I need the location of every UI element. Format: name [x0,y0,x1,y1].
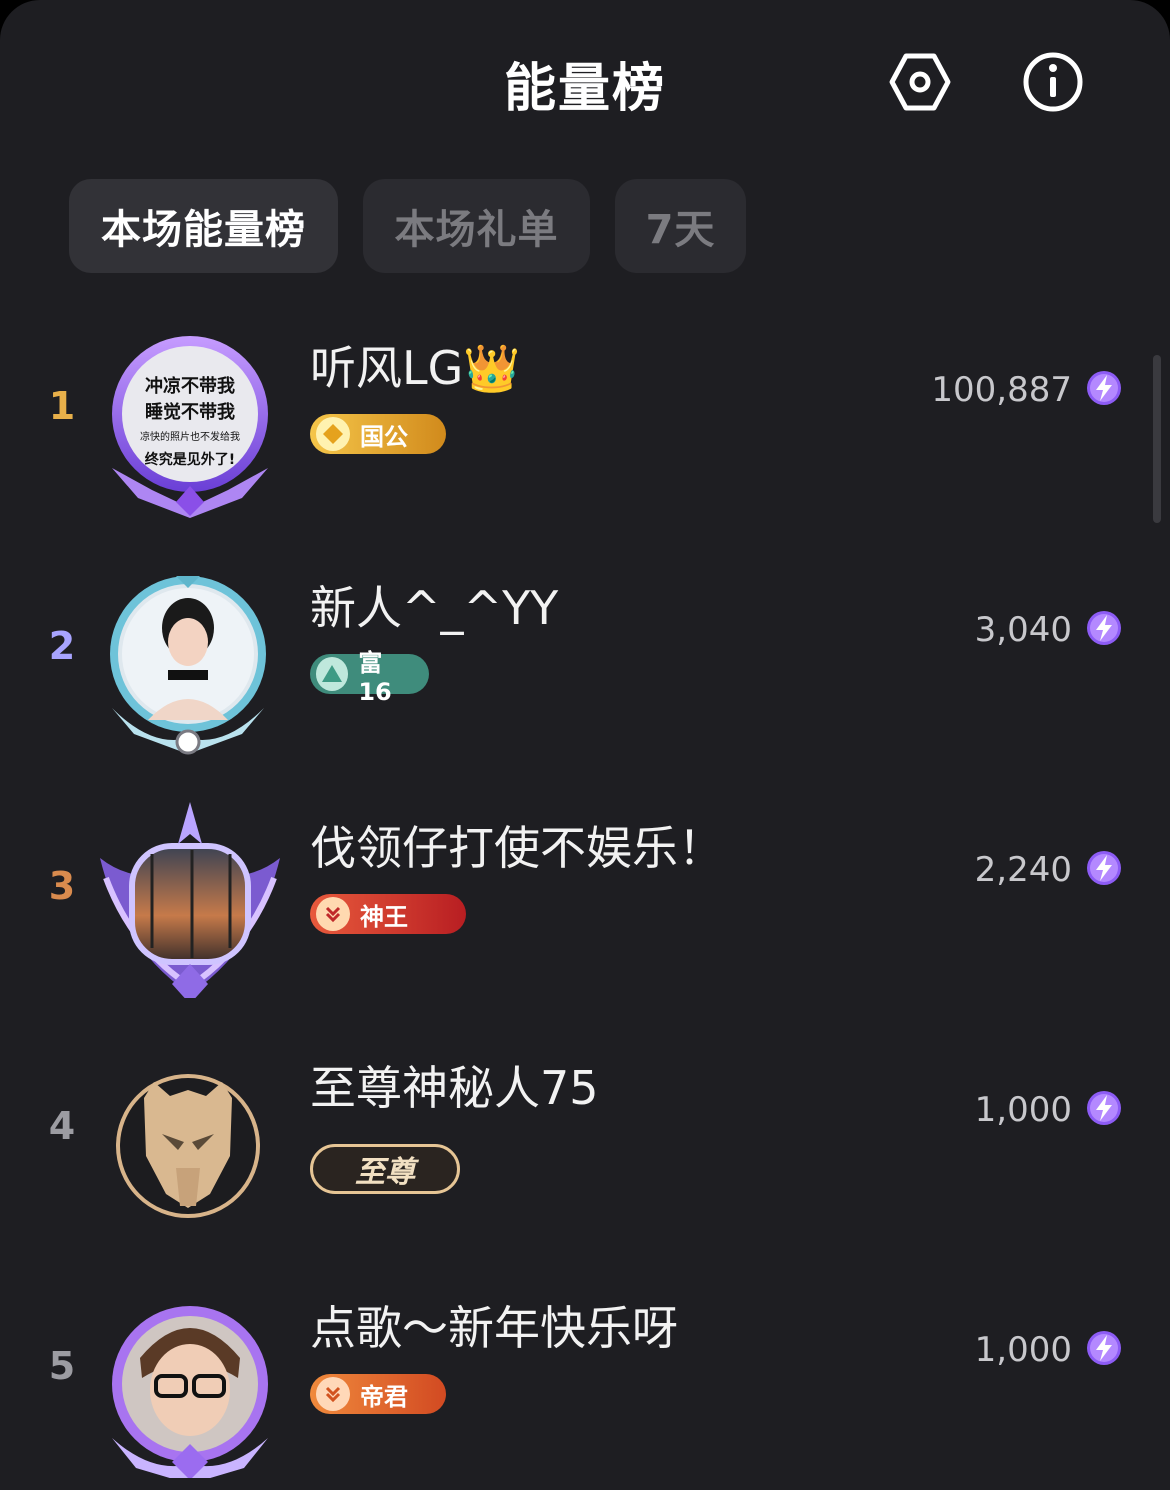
user-name[interactable]: 点歌～新年快乐呀 [310,1292,678,1358]
user-name[interactable]: 至尊神秘人75 [310,1052,599,1118]
level-badge: 至尊 [310,1144,460,1194]
energy-score: 1,000 [974,1330,1072,1370]
badge-label: 国公 [360,422,408,451]
leaderboard-row[interactable]: 2 新人^_^YY 富16 3,040 [0,546,1170,786]
rank-number: 4 [48,1104,76,1148]
lightning-bolt-icon [1087,1331,1121,1365]
user-name[interactable]: 伐领仔打使不娱乐！ [310,812,724,878]
avatar-caption-3: 凉快的照片也不发给我 [140,430,240,443]
avatar[interactable] [92,558,292,758]
avatar[interactable] [92,1038,292,1238]
leaderboard-row[interactable]: 1 冲凉不带我 睡觉不带我 凉快的照片也不发给我 终究是见外了! 听风LG👑 国… [0,306,1170,546]
badge-diamond-icon [316,417,350,451]
info-icon[interactable] [1021,50,1085,114]
badge-chevron-icon [316,897,350,931]
tab-session-gifts[interactable]: 本场礼单 [363,179,590,273]
avatar-caption-4: 终究是见外了! [145,451,235,468]
level-badge: 神王 [310,894,466,934]
badge-label: 富16 [358,648,392,706]
badge-label: 神王 [360,902,408,931]
leaderboard-row[interactable]: 3 伐领仔打使不娱乐！ 神王 2,240 [0,786,1170,1026]
energy-score: 1,000 [974,1090,1072,1130]
lightning-bolt-icon [1087,1091,1121,1125]
leaderboard-row[interactable]: 5 点歌～新年快乐呀 帝君 1,000 [0,1266,1170,1490]
lightning-bolt-icon [1087,611,1121,645]
lightning-bolt-icon [1087,851,1121,885]
rank-number: 5 [48,1344,76,1388]
lightning-bolt-icon [1087,371,1121,405]
page-title: 能量榜 [503,59,666,119]
rank-number: 1 [48,384,76,428]
energy-score: 2,240 [974,850,1072,890]
energy-score: 3,040 [974,610,1072,650]
badge-triangle-icon [316,657,349,691]
leaderboard-row[interactable]: 4 至尊神秘人75 至尊 1,000 [0,1026,1170,1266]
badge-label: 帝君 [360,1382,408,1411]
badge-label: 至尊 [355,1155,415,1190]
tab-session-energy[interactable]: 本场能量榜 [69,179,338,273]
level-badge: 帝君 [310,1374,446,1414]
hexagon-settings-icon[interactable] [888,50,952,114]
user-name[interactable]: 听风LG👑 [310,332,521,398]
avatar[interactable]: 冲凉不带我 睡觉不带我 凉快的照片也不发给我 终究是见外了! [92,318,292,518]
energy-leaderboard-panel: 能量榜 本场能量榜 本场礼单 7天 1 冲凉不带我 睡觉不带我 凉快的照片也不发… [0,0,1170,1490]
avatar[interactable] [92,1278,292,1484]
avatar[interactable] [92,798,292,1004]
level-badge: 富16 [310,649,429,706]
user-name[interactable]: 新人^_^YY [310,572,558,638]
level-badge: 国公 [310,414,446,454]
badge-chevron-icon [316,1377,350,1411]
rank-number: 2 [48,624,76,668]
energy-score: 100,887 [931,370,1072,410]
rank-number: 3 [48,864,76,908]
avatar-caption-1: 冲凉不带我 [145,375,235,397]
avatar-caption-2: 睡觉不带我 [145,401,235,423]
tab-7-days[interactable]: 7天 [615,179,746,273]
